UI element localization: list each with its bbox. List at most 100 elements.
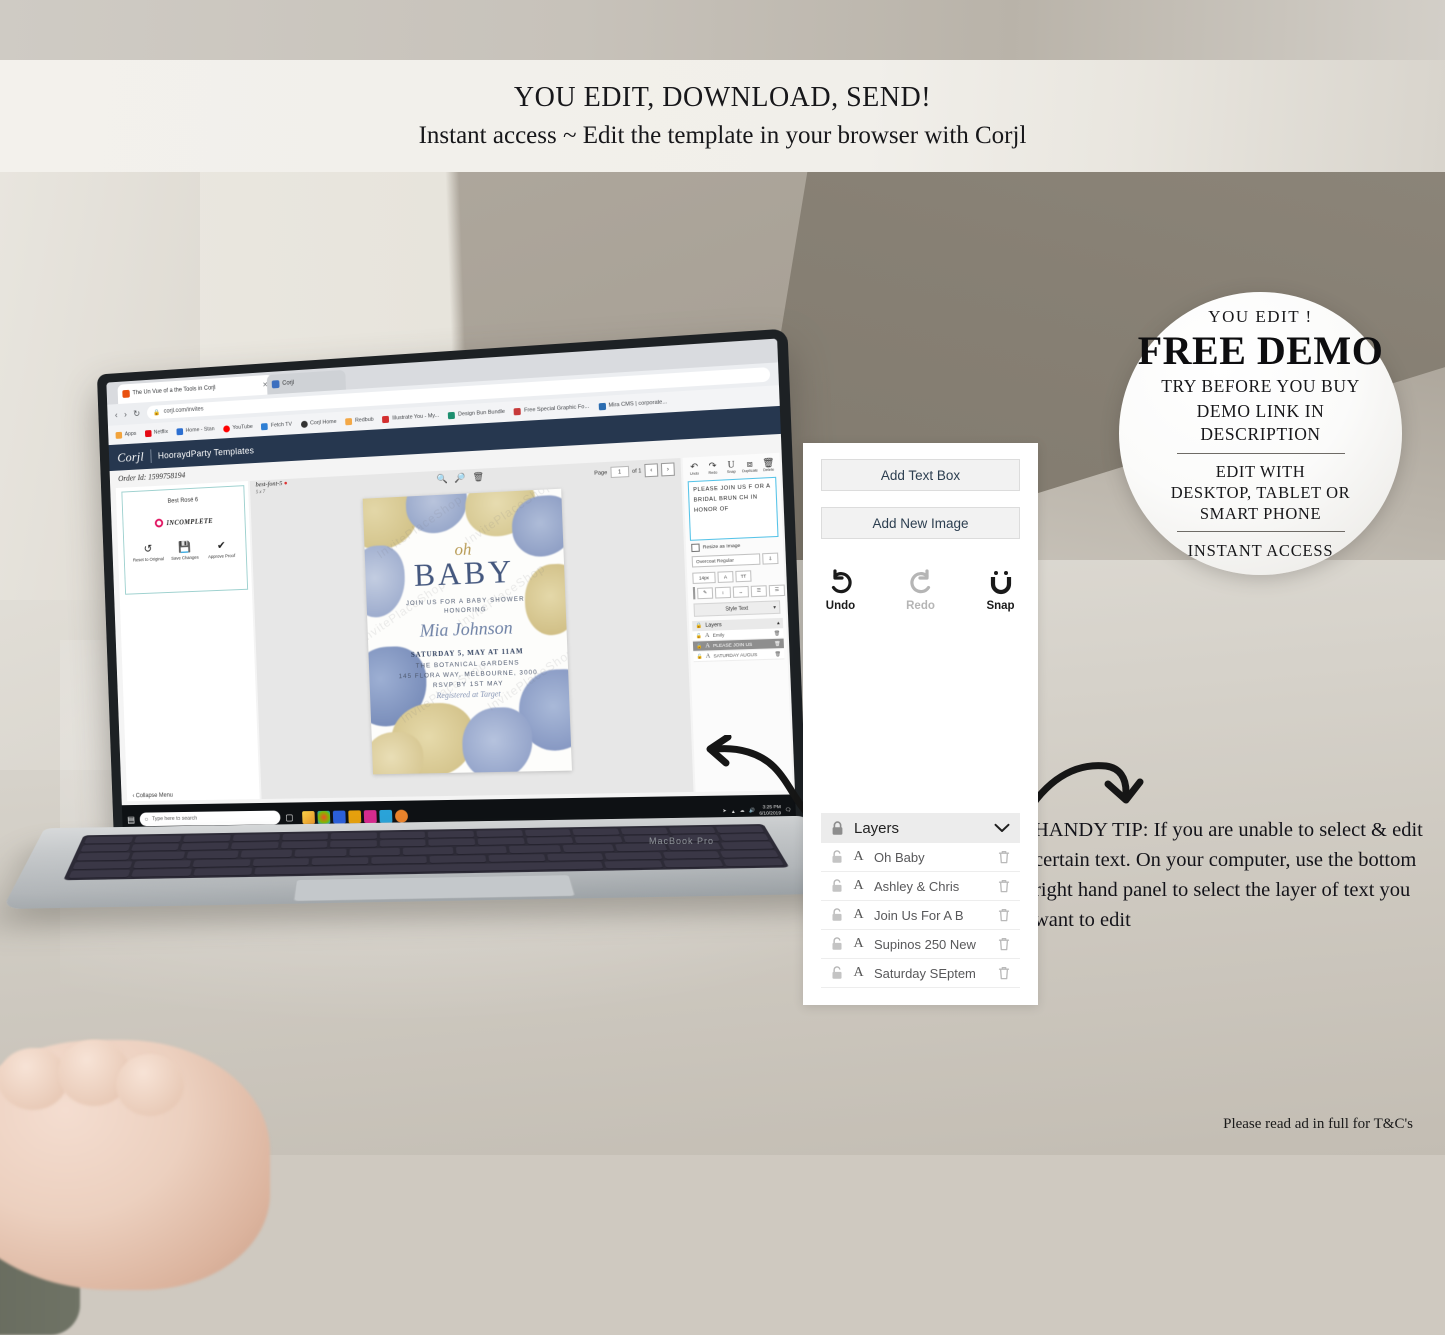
- invite-join-line: JOIN US FOR A BABY SHOWER: [405, 595, 525, 608]
- bookmark-item[interactable]: Illustrate You - My...: [382, 412, 439, 423]
- reload-icon[interactable]: ↻: [133, 408, 140, 419]
- editor-delete-button[interactable]: 🗑 Delete: [759, 457, 778, 472]
- bookmark-item[interactable]: YouTube: [222, 423, 253, 433]
- bookmark-item[interactable]: Netflix: [144, 429, 169, 437]
- zoom-out-icon[interactable]: 🔎: [454, 472, 466, 484]
- style-text-accordion[interactable]: Style Text ▾: [693, 600, 781, 617]
- badge-sub2: DEMO LINK IN DESCRIPTION: [1196, 400, 1325, 444]
- add-new-image-button[interactable]: Add New Image: [821, 507, 1020, 539]
- reset-original-button[interactable]: ↺ Reset to Original: [132, 543, 164, 563]
- trash-icon[interactable]: [998, 908, 1010, 922]
- bookmark-item[interactable]: Home - Stan: [176, 426, 215, 435]
- bookmark-icon: [598, 402, 606, 410]
- bookmark-item[interactable]: Fetch TV: [261, 421, 292, 430]
- invitation-preview[interactable]: oh BABY JOIN US FOR A BABY SHOWER HONORI…: [362, 488, 572, 775]
- app-icon[interactable]: [363, 809, 377, 823]
- app-icon[interactable]: [302, 810, 315, 824]
- app-icon[interactable]: [394, 809, 409, 823]
- zoom-in-icon[interactable]: 🔍: [436, 473, 448, 485]
- text-case-icon[interactable]: TT: [735, 570, 752, 583]
- page-of-label: of 1: [631, 467, 642, 475]
- font-family-select[interactable]: Overcoat Regular: [691, 553, 761, 568]
- layers-header[interactable]: Layers: [821, 813, 1020, 843]
- lock-open-icon[interactable]: [831, 966, 843, 980]
- font-size-row: 14px A TT: [692, 569, 779, 584]
- app-icon[interactable]: [348, 809, 362, 823]
- save-changes-button[interactable]: 💾 Save Changes: [169, 541, 201, 561]
- font-family-value: Overcoat Regular: [695, 557, 734, 565]
- trash-icon[interactable]: 🗑: [774, 630, 780, 636]
- chevron-up-icon: ▴: [776, 620, 780, 627]
- prev-page-button[interactable]: ‹: [644, 463, 659, 478]
- lock-icon: 🔒: [153, 409, 161, 416]
- font-size-input[interactable]: 14px: [692, 571, 716, 584]
- redo-button[interactable]: Redo: [896, 569, 946, 612]
- align-center-icon[interactable]: ☰: [768, 583, 786, 597]
- trash-icon[interactable]: [998, 966, 1010, 980]
- lock-open-icon[interactable]: 🔓: [696, 643, 702, 649]
- task-view-icon[interactable]: ▢: [284, 812, 295, 823]
- curve-text-icon[interactable]: ◯: [786, 583, 797, 596]
- floating-editor-panel: Add Text Box Add New Image Undo Redo Sna…: [803, 443, 1038, 1005]
- lock-open-icon[interactable]: [831, 879, 843, 893]
- trash-icon[interactable]: [998, 850, 1010, 864]
- line-height-icon[interactable]: ↕: [714, 586, 732, 599]
- editor-text-input[interactable]: PLEASE JOIN US F OR A BRIDAL BRUN CH IN …: [687, 476, 779, 541]
- bookmark-item[interactable]: Free Special Graphic Fo...: [513, 403, 589, 415]
- invite-name-text: Mia Johnson: [419, 617, 514, 641]
- text-layer-icon: A: [853, 907, 864, 922]
- editor-layer-name: PLEASE JOIN US: [712, 641, 753, 649]
- eyedropper-icon[interactable]: ✎: [697, 586, 714, 599]
- bold-icon[interactable]: A: [717, 571, 734, 583]
- bookmark-item[interactable]: Corjl Home: [300, 418, 337, 428]
- collapse-menu-button[interactable]: ‹ Collapse Menu: [132, 793, 173, 799]
- approve-proof-button[interactable]: ✔ Approve Proof: [205, 539, 238, 560]
- trash-icon[interactable]: 🗑: [472, 471, 484, 483]
- editor-snap-button[interactable]: U Snap: [722, 459, 740, 474]
- font-upload-icon[interactable]: ⇩: [762, 552, 779, 565]
- next-page-button[interactable]: ›: [660, 462, 675, 477]
- trash-icon[interactable]: 🗑: [775, 651, 781, 657]
- bookmark-item[interactable]: Redbub: [345, 416, 374, 425]
- editor-undo-button[interactable]: ↶ Undo: [685, 461, 703, 476]
- page-input[interactable]: 1: [610, 465, 630, 479]
- lock-closed-icon: 🔒: [695, 622, 703, 630]
- layer-row[interactable]: A Oh Baby: [821, 843, 1020, 872]
- editor-layer-row[interactable]: 🔓 A SATURDAY AUGUS 🗑: [693, 649, 785, 663]
- layer-row[interactable]: A Supinos 250 New: [821, 930, 1020, 959]
- editor-redo-button[interactable]: ↷ Redo: [704, 460, 722, 475]
- trash-icon[interactable]: 🗑: [774, 640, 780, 646]
- resize-label: Resize as Image: [702, 543, 741, 551]
- text-color-swatch[interactable]: [692, 586, 696, 600]
- lock-open-icon[interactable]: [831, 908, 843, 922]
- undo-button[interactable]: Undo: [816, 569, 866, 612]
- lock-open-icon[interactable]: 🔓: [696, 653, 702, 659]
- layer-row[interactable]: A Ashley & Chris: [821, 872, 1020, 901]
- app-icon[interactable]: [332, 810, 346, 824]
- bookmark-item[interactable]: Design Bun Bundle: [448, 408, 505, 419]
- trash-icon[interactable]: [998, 879, 1010, 893]
- editor-duplicate-button[interactable]: ⧈ Duplicate: [740, 458, 759, 473]
- lock-open-icon[interactable]: 🔓: [696, 633, 702, 639]
- add-text-box-button[interactable]: Add Text Box: [821, 459, 1020, 491]
- order-card: Best Rosé 6 INCOMPLETE ↺ Reset to Origin…: [121, 485, 249, 595]
- snap-button[interactable]: Snap: [976, 569, 1026, 612]
- bookmark-item[interactable]: Apps: [115, 430, 137, 439]
- forward-icon[interactable]: ›: [124, 409, 127, 419]
- app-icon[interactable]: [379, 809, 393, 823]
- layer-row[interactable]: A Saturday SEptem: [821, 959, 1020, 988]
- layer-row[interactable]: A Join Us For A B: [821, 901, 1020, 930]
- lock-open-icon[interactable]: [831, 937, 843, 951]
- windows-start-icon[interactable]: ▤: [126, 814, 137, 825]
- text-layer-icon: A: [853, 936, 864, 951]
- corjl-logo: Corjl: [117, 448, 145, 465]
- app-icon[interactable]: [317, 810, 331, 824]
- letter-spacing-icon[interactable]: ↔: [732, 585, 750, 598]
- lock-open-icon[interactable]: [831, 850, 843, 864]
- bookmark-item[interactable]: Mira CMS | corporate...: [598, 399, 667, 410]
- shop-name: HooraydParty Templates: [157, 444, 255, 461]
- trash-icon[interactable]: [998, 937, 1010, 951]
- align-left-icon[interactable]: ☰: [750, 584, 768, 597]
- back-icon[interactable]: ‹: [115, 410, 118, 420]
- chevron-down-icon[interactable]: [994, 823, 1010, 833]
